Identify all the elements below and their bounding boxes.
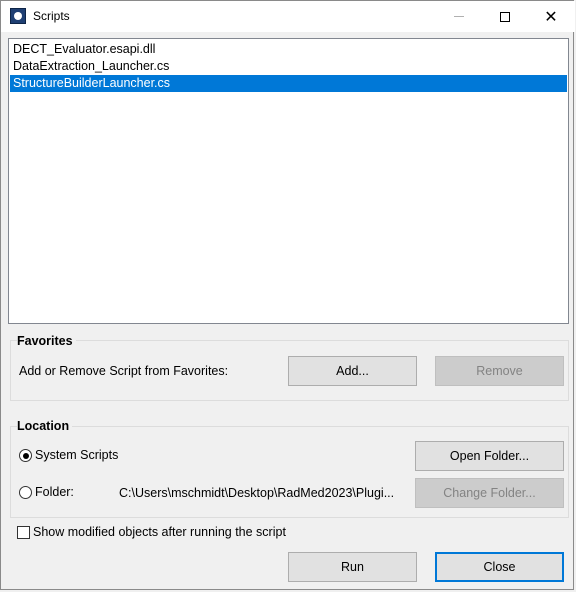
remove-favorite-button[interactable]: Remove — [435, 356, 564, 386]
list-item[interactable]: DECT_Evaluator.esapi.dll — [10, 41, 567, 58]
close-icon: ✕ — [544, 6, 558, 26]
minimize-button[interactable] — [436, 1, 482, 32]
close-window-button[interactable]: ✕ — [528, 1, 574, 32]
folder-label: Folder: — [35, 485, 74, 499]
window-title: Scripts — [33, 9, 70, 23]
change-folder-button[interactable]: Change Folder... — [415, 478, 564, 508]
system-scripts-label: System Scripts — [35, 448, 119, 462]
list-item[interactable]: DataExtraction_Launcher.cs — [10, 58, 567, 75]
show-modified-checkbox[interactable] — [17, 526, 30, 539]
list-item-selected[interactable]: StructureBuilderLauncher.cs — [10, 75, 567, 92]
close-button[interactable]: Close — [435, 552, 564, 582]
open-folder-button[interactable]: Open Folder... — [415, 441, 564, 471]
folder-path: C:\Users\mschmidt\Desktop\RadMed2023\Plu… — [119, 486, 395, 500]
show-modified-label: Show modified objects after running the … — [33, 525, 286, 539]
scripts-dialog: Scripts ✕ DECT_Evaluator.esapi.dll DataE… — [0, 0, 575, 590]
app-logo-icon — [10, 8, 26, 24]
minimize-icon — [454, 16, 464, 17]
script-list[interactable]: DECT_Evaluator.esapi.dll DataExtraction_… — [8, 38, 569, 324]
favorites-prompt: Add or Remove Script from Favorites: — [19, 364, 229, 378]
folder-radio[interactable] — [19, 486, 32, 499]
maximize-icon — [500, 11, 510, 22]
run-button[interactable]: Run — [288, 552, 417, 582]
location-heading: Location — [17, 419, 73, 433]
favorites-heading: Favorites — [17, 334, 76, 348]
add-favorite-button[interactable]: Add... — [288, 356, 417, 386]
system-scripts-radio[interactable] — [19, 449, 32, 462]
title-bar[interactable]: Scripts ✕ — [1, 1, 575, 32]
maximize-button[interactable] — [482, 1, 528, 32]
